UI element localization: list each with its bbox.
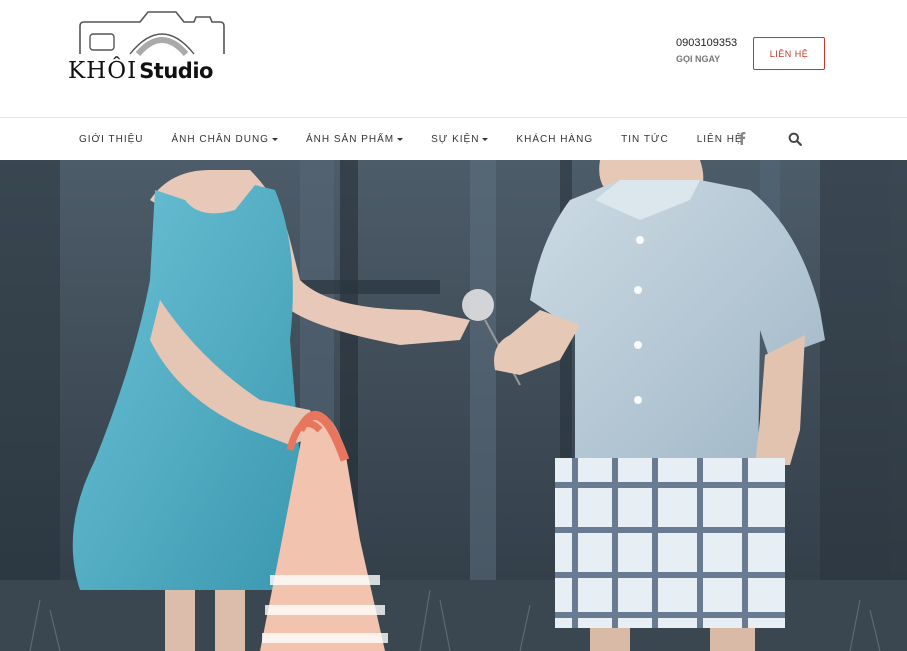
nav-item-anh-chan-dung[interactable]: ẢNH CHÂN DUNG	[172, 134, 278, 145]
nav-item-label: ẢNH SẢN PHẨM	[305, 133, 395, 145]
camera-logo-icon	[79, 11, 225, 57]
nav-item-khach-hang[interactable]: KHÁCH HÀNG	[516, 134, 593, 145]
call-now-label: GỌI NGAY	[676, 54, 721, 64]
nav-item-anh-san-pham[interactable]: ẢNH SẢN PHẨM	[305, 133, 404, 145]
logo-wordmark: KHÔIStudio	[68, 60, 213, 83]
nav-item-tin-tuc[interactable]: TIN TỨC	[621, 134, 669, 145]
nav-item-su-kien[interactable]: SỰ KIỆN	[431, 133, 489, 145]
nav-item-gioi-thieu[interactable]: GIỚI THIỆU	[79, 134, 144, 145]
site-logo[interactable]: KHÔIStudio	[68, 8, 248, 88]
nav-menu: GIỚI THIỆU ẢNH CHÂN DUNG ẢNH SẢN PHẨM SỰ…	[79, 118, 771, 160]
main-navigation: GIỚI THIỆU ẢNH CHÂN DUNG ẢNH SẢN PHẨM SỰ…	[0, 117, 907, 160]
phone-number[interactable]: 0903109353	[676, 38, 737, 49]
hero-banner	[0, 160, 907, 651]
nav-item-label: TIN TỨC	[621, 133, 669, 145]
nav-item-label: SỰ KIỆN	[431, 133, 480, 145]
nav-item-label: LIÊN HỆ	[696, 133, 743, 145]
nav-item-label: ẢNH CHÂN DUNG	[171, 133, 269, 145]
caret-down-icon	[397, 137, 404, 141]
search-icon[interactable]	[788, 132, 802, 151]
logo-studio-text: Studio	[139, 59, 213, 83]
hero-photo	[0, 160, 907, 651]
site-header: KHÔIStudio 0903109353 GỌI NGAY LIÊN HỆ	[0, 0, 907, 117]
facebook-icon[interactable]	[737, 131, 746, 150]
caret-down-icon	[271, 137, 278, 141]
header-contact: 0903109353 GỌI NGAY	[676, 38, 737, 64]
nav-item-label: GIỚI THIỆU	[79, 133, 144, 145]
logo-khoi-text: KHÔI	[68, 58, 138, 84]
contact-button[interactable]: LIÊN HỆ	[753, 37, 825, 70]
nav-item-label: KHÁCH HÀNG	[516, 133, 594, 145]
caret-down-icon	[482, 137, 489, 141]
nav-item-lien-he[interactable]: LIÊN HỆ	[697, 134, 743, 145]
